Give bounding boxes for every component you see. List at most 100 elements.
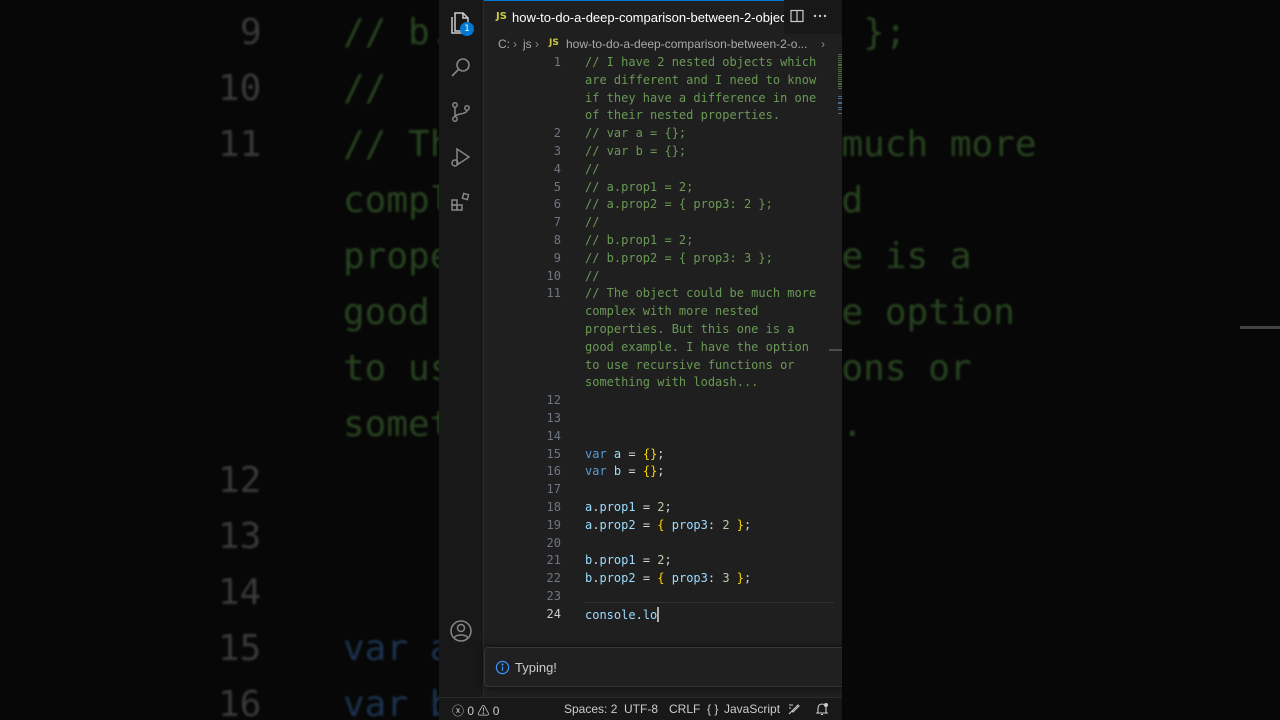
code-line[interactable]: something with lodash... bbox=[585, 375, 758, 389]
background-scroll-indicator bbox=[1240, 326, 1280, 329]
code-line[interactable]: // b.prop1 = 2; bbox=[585, 233, 693, 247]
minimap[interactable] bbox=[836, 54, 842, 114]
minimap-line bbox=[838, 57, 842, 59]
code-line[interactable]: to use recursive functions or bbox=[585, 358, 795, 372]
tab-title: how-to-do-a-deep-comparison-between-2-ob… bbox=[512, 10, 784, 25]
code-line[interactable]: // var b = {}; bbox=[585, 144, 686, 158]
code-line[interactable]: // bbox=[585, 269, 599, 283]
code-token: // b.prop1 = 2; bbox=[585, 233, 694, 247]
code-line[interactable]: properties. But this one is a bbox=[585, 322, 795, 336]
code-token: console bbox=[585, 607, 636, 622]
code-token: = bbox=[635, 571, 658, 586]
minimap-line bbox=[838, 109, 842, 111]
code-token: ; bbox=[744, 571, 752, 586]
scrollbar-marker bbox=[829, 349, 842, 351]
code-token: lo bbox=[642, 607, 658, 622]
code-token: // a.prop2 = { prop3: 2 }; bbox=[585, 197, 773, 212]
code-line[interactable]: // bbox=[585, 162, 599, 176]
copilot-icon[interactable] bbox=[787, 702, 801, 716]
minimap-line bbox=[838, 80, 842, 82]
run-debug-icon[interactable] bbox=[449, 145, 473, 169]
split-editor-icon[interactable] bbox=[789, 8, 805, 24]
source-control-icon[interactable] bbox=[449, 100, 473, 124]
code-line[interactable]: // var a = {}; bbox=[585, 126, 686, 140]
code-token: ; bbox=[664, 553, 672, 568]
line-number: 13 bbox=[546, 411, 561, 425]
more-actions-icon[interactable] bbox=[812, 8, 828, 24]
code-token: 3 bbox=[722, 571, 730, 586]
tab-bar: JS how-to-do-a-deep-comparison-between-2… bbox=[484, 0, 842, 34]
code-line[interactable]: of their nested properties. bbox=[585, 108, 780, 122]
code-token: of their nested properties. bbox=[585, 108, 781, 123]
current-line-highlight bbox=[584, 602, 834, 604]
code-token: = bbox=[635, 553, 658, 568]
eol-status[interactable]: CRLF bbox=[669, 702, 700, 716]
code-line[interactable]: // a.prop2 = { prop3: 2 }; bbox=[585, 197, 773, 211]
text-cursor bbox=[657, 606, 660, 622]
breadcrumb-file[interactable]: how-to-do-a-deep-comparison-between-2-o.… bbox=[566, 37, 818, 51]
minimap-line bbox=[838, 84, 842, 86]
breadcrumb-folder[interactable]: js bbox=[523, 37, 532, 51]
search-icon[interactable] bbox=[449, 55, 473, 79]
code-line[interactable]: // The object could be much more bbox=[585, 286, 816, 300]
code-token: complex with more nested bbox=[585, 304, 759, 319]
code-token: prop1 bbox=[599, 553, 636, 568]
minimap-line bbox=[838, 73, 842, 74]
code-line[interactable]: console.lo bbox=[585, 606, 660, 622]
code-line[interactable]: a.prop1 = 2; bbox=[585, 500, 672, 514]
warning-count: 0 bbox=[492, 704, 500, 718]
line-number: 23 bbox=[546, 589, 561, 603]
minimap-line bbox=[838, 61, 842, 63]
line-number: 8 bbox=[553, 233, 561, 247]
code-line[interactable]: a.prop2 = { prop3: 2 }; bbox=[585, 518, 751, 532]
code-line[interactable]: good example. I have the option bbox=[585, 340, 809, 354]
code-token: = bbox=[621, 446, 643, 461]
line-number: 6 bbox=[553, 197, 561, 212]
code-line[interactable]: var b = {}; bbox=[585, 464, 665, 478]
minimap-line bbox=[838, 112, 842, 114]
status-bar: ⓧ 0 ⚠ 0 Spaces: 2 UTF-8 CRLF { } JavaScr… bbox=[439, 697, 842, 720]
error-icon: ⓧ bbox=[452, 704, 465, 718]
code-token: // var b = {}; bbox=[585, 144, 687, 158]
code-line[interactable]: // a.prop1 = 2; bbox=[585, 180, 693, 194]
code-line[interactable]: var a = {}; bbox=[585, 447, 665, 461]
line-number: 5 bbox=[553, 179, 561, 194]
minimap-line bbox=[838, 71, 842, 73]
code-line[interactable]: // b.prop2 = { prop3: 3 }; bbox=[585, 251, 773, 265]
line-number: 9 bbox=[553, 250, 561, 265]
notifications-bell-icon[interactable] bbox=[815, 702, 829, 716]
line-number: 19 bbox=[546, 517, 561, 532]
code-line[interactable]: b.prop2 = { prop3: 3 }; bbox=[585, 571, 751, 585]
code-token: { bbox=[657, 517, 665, 532]
code-line[interactable]: if they have a difference in one bbox=[585, 91, 816, 105]
line-number: 4 bbox=[553, 161, 561, 176]
code-token: {} bbox=[642, 446, 658, 461]
code-line[interactable]: are different and I need to know bbox=[585, 73, 816, 87]
indentation-status[interactable]: Spaces: 2 bbox=[564, 702, 617, 716]
problems-indicator[interactable]: ⓧ 0 ⚠ 0 bbox=[452, 702, 499, 719]
code-token: prop2 bbox=[599, 571, 636, 586]
code-editor[interactable]: Typing! 1 // I have 2 nested objects whic… bbox=[484, 54, 842, 697]
breadcrumb-drive[interactable]: C: bbox=[498, 37, 510, 51]
notification-toast[interactable]: Typing! bbox=[484, 647, 842, 687]
account-icon[interactable] bbox=[449, 619, 473, 643]
encoding-status[interactable]: UTF-8 bbox=[624, 702, 658, 716]
language-mode[interactable]: JavaScript bbox=[724, 702, 780, 716]
code-line[interactable]: // I have 2 nested objects which bbox=[585, 55, 816, 69]
code-token: } bbox=[736, 517, 745, 532]
minimap-line bbox=[838, 97, 842, 99]
editor-tab[interactable]: JS how-to-do-a-deep-comparison-between-2… bbox=[484, 0, 784, 34]
minimap-line bbox=[838, 101, 842, 103]
code-line[interactable]: // bbox=[585, 215, 599, 229]
line-number: 18 bbox=[546, 500, 561, 514]
explorer-badge: 1 bbox=[460, 22, 474, 36]
line-number: 22 bbox=[546, 571, 561, 586]
line-number: 3 bbox=[553, 144, 561, 158]
code-line[interactable]: complex with more nested bbox=[585, 304, 758, 318]
extensions-icon[interactable] bbox=[449, 190, 473, 214]
code-token: var bbox=[585, 464, 607, 479]
code-line[interactable]: b.prop1 = 2; bbox=[585, 553, 672, 567]
